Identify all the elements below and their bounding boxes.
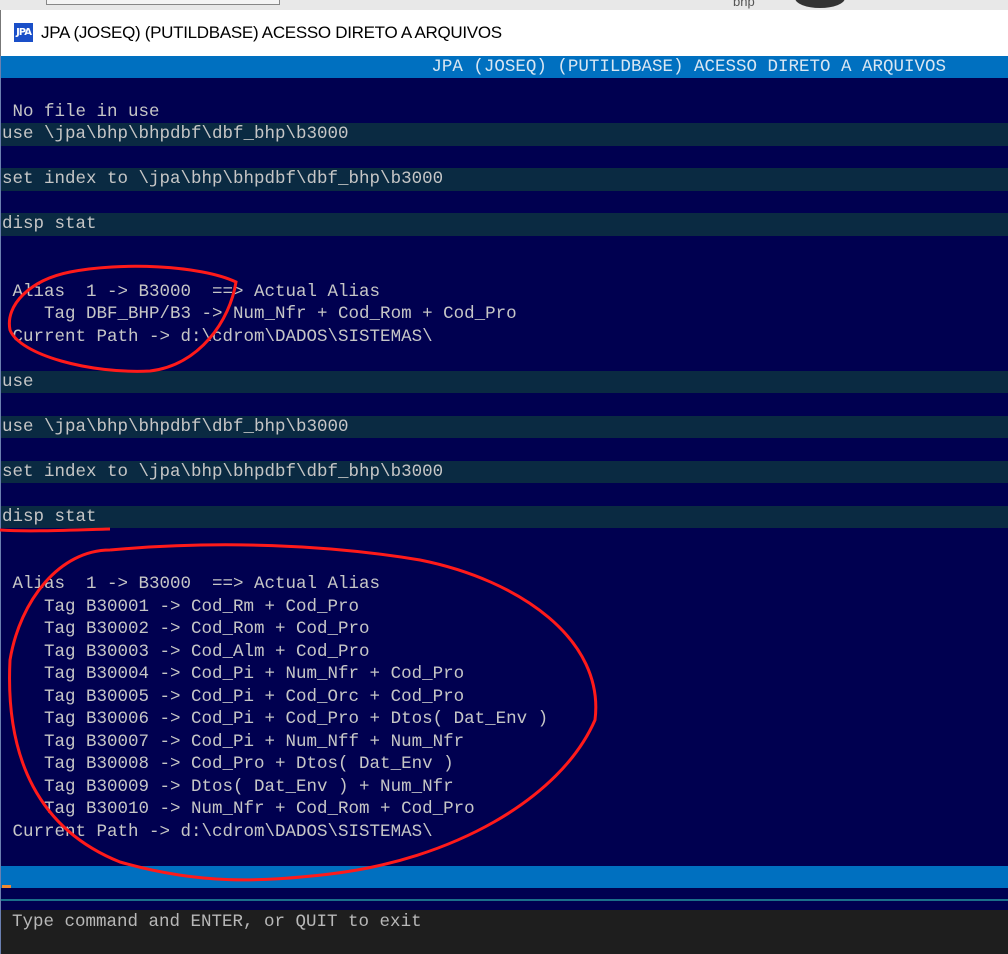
window-title: JPA (JOSEQ) (PUTILDBASE) ACESSO DIRETO A… — [41, 23, 502, 42]
output-line: Tag B30005 -> Cod_Pi + Cod_Orc + Cod_Pro — [2, 686, 465, 707]
output-line: Alias 1 -> B3000 ==> Actual Alias — [2, 574, 381, 594]
window-titlebar[interactable]: JPA JPA (JOSEQ) (PUTILDBASE) ACESSO DIRE… — [0, 10, 1008, 56]
output-line: Tag B30006 -> Cod_Pi + Cod_Pro + Dtos( D… — [2, 709, 549, 729]
avatar — [795, 0, 845, 8]
app-logo-icon: JPA — [14, 23, 33, 42]
command-line: use \jpa\bhp\bhpdbf\dbf_bhp\b3000 — [1, 123, 1008, 146]
output-line: Tag B30004 -> Cod_Pi + Num_Nfr + Cod_Pro — [2, 664, 465, 684]
output-line: No file in use — [2, 101, 160, 122]
output-line: Tag B30009 -> Dtos( Dat_Env ) + Num_Nfr — [2, 776, 454, 797]
output-line: Tag B30007 -> Cod_Pi + Num_Nff + Num_Nfr — [2, 731, 465, 752]
text-cursor — [2, 885, 11, 888]
output-line: Tag DBF_BHP/B3 -> Num_Nfr + Cod_Rom + Co… — [2, 304, 517, 324]
desktop-text: bhp — [733, 0, 755, 9]
output-line: Tag B30008 -> Cod_Pro + Dtos( Dat_Env ) — [2, 754, 454, 774]
command-prompt[interactable]: Type command and ENTER, or QUIT to exit — [0, 910, 1008, 954]
command-line: set index to \jpa\bhp\bhpdbf\dbf_bhp\b30… — [1, 460, 1008, 483]
output-line: Alias 1 -> B3000 ==> Actual Alias — [2, 281, 381, 302]
output-line: Tag B30002 -> Cod_Rom + Cod_Pro — [2, 619, 370, 639]
command-line: disp stat — [1, 505, 1008, 528]
command-line: use — [1, 370, 1008, 393]
terminal-header: JPA (JOSEQ) (PUTILDBASE) ACESSO DIRETO A… — [1, 56, 1008, 78]
command-line: set index to \jpa\bhp\bhpdbf\dbf_bhp\b30… — [1, 168, 1008, 191]
desktop-box — [46, 0, 280, 5]
separator-line — [1, 899, 1008, 901]
terminal[interactable]: JPA (JOSEQ) (PUTILDBASE) ACESSO DIRETO A… — [0, 56, 1008, 910]
command-line: use \jpa\bhp\bhpdbf\dbf_bhp\b3000 — [1, 415, 1008, 438]
output-line: Tag B30003 -> Cod_Alm + Cod_Pro — [2, 641, 370, 662]
terminal-output: No file in use use \jpa\bhp\bhpdbf\dbf_bh… — [1, 78, 1008, 866]
output-line: Current Path -> d:\cdrom\DADOS\SISTEMAS\ — [2, 821, 433, 842]
output-line: Current Path -> d:\cdrom\DADOS\SISTEMAS\ — [2, 326, 433, 347]
desktop-strip: bhp — [0, 0, 1008, 10]
output-line: Tag B30010 -> Num_Nfr + Cod_Rom + Cod_Pr… — [2, 799, 475, 819]
status-bar — [1, 865, 1008, 888]
command-line: disp stat — [1, 213, 1008, 236]
output-line: Tag B30001 -> Cod_Rm + Cod_Pro — [2, 596, 360, 617]
